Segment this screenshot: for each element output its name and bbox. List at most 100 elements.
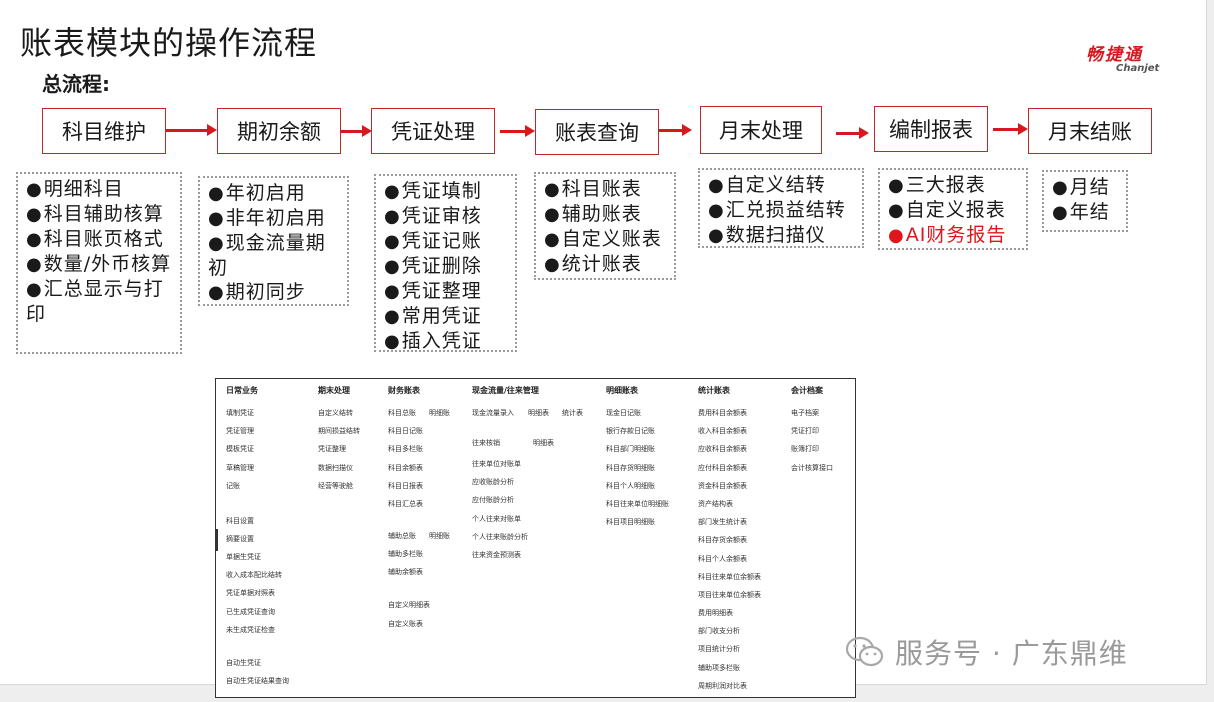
panel-tab-mark <box>216 529 218 551</box>
menu-item[interactable]: 经营等驶舱 <box>318 481 353 491</box>
menu-item[interactable]: 收入科目余额表 <box>698 426 747 436</box>
menu-item[interactable]: 记账 <box>226 481 240 491</box>
menu-item[interactable]: 往来单位对账单 <box>472 459 521 469</box>
menu-item[interactable]: 明细表 <box>533 438 554 448</box>
menu-item[interactable]: 明细表 <box>528 408 549 418</box>
menu-item[interactable]: 电子档案 <box>791 408 819 418</box>
menu-item[interactable]: 费用明细表 <box>698 608 733 618</box>
menu-item[interactable]: 账簿打印 <box>791 444 819 454</box>
menu-item[interactable]: 费用科目余额表 <box>698 408 747 418</box>
menu-item[interactable]: 个人往来对账单 <box>472 514 521 524</box>
menu-item[interactable]: 辅助多栏账 <box>388 549 423 559</box>
menu-item[interactable]: 科目存货余额表 <box>698 535 747 545</box>
menu-item[interactable]: 银行存款日记账 <box>606 426 655 436</box>
menu-item[interactable]: 科目汇总表 <box>388 499 423 509</box>
menu-item[interactable]: 辅助总账 <box>388 531 416 541</box>
menu-item[interactable]: 摘要设置 <box>226 534 254 544</box>
arrow-icon <box>659 124 692 136</box>
menu-item[interactable]: 自定义结转 <box>318 408 353 418</box>
menu-item[interactable]: 已生成凭证查询 <box>226 607 275 617</box>
menu-item[interactable]: 凭证单据对照表 <box>226 588 275 598</box>
menu-item[interactable]: 个人往来账龄分析 <box>472 532 528 542</box>
menu-item[interactable]: 科目往来单位余额表 <box>698 572 761 582</box>
menu-item[interactable]: 现金流量录入 <box>472 408 514 418</box>
detail-box-baobiao: ●三大报表 ●自定义报表 ●AI财务报告 <box>878 168 1028 250</box>
menu-item[interactable]: 部门发生统计表 <box>698 517 747 527</box>
menu-item[interactable]: 应收账龄分析 <box>472 477 514 487</box>
detail-box-zhangbiao: ●科目账表 ●辅助账表 ●自定义账表 ●统计账表 <box>534 172 676 280</box>
menu-column-header: 统计账表 <box>698 386 730 395</box>
arrow-icon <box>341 125 372 137</box>
menu-item[interactable]: 科目总账 <box>388 408 416 418</box>
menu-column-header: 财务账表 <box>388 386 420 395</box>
menu-item[interactable]: 凭证管理 <box>226 426 254 436</box>
menu-item[interactable]: 科目余额表 <box>388 463 423 473</box>
menu-item[interactable]: 科目日记账 <box>388 426 423 436</box>
detail-box-yuemo: ●自定义结转 ●汇兑损益结转 ●数据扫描仪 <box>698 168 864 248</box>
menu-item[interactable]: 往来核销 <box>472 438 500 448</box>
menu-item[interactable]: 往来资金预测表 <box>472 550 521 560</box>
step-qichu-yue: 期初余额 <box>217 108 341 154</box>
menu-item[interactable]: 收入成本配比结转 <box>226 570 282 580</box>
menu-item[interactable]: 科目项目明细账 <box>606 517 655 527</box>
list-item: ●汇总显示与打印 <box>26 278 164 325</box>
menu-item[interactable]: 自定义账表 <box>388 619 423 629</box>
menu-item[interactable]: 会计核算接口 <box>791 463 833 473</box>
step-kemu-weihu: 科目维护 <box>42 108 166 154</box>
menu-item[interactable]: 项目往来单位余额表 <box>698 590 761 600</box>
logo-text-cn: 畅捷通 <box>1086 45 1143 65</box>
menu-item[interactable]: 科目设置 <box>226 516 254 526</box>
list-item: ●辅助账表 <box>544 203 642 225</box>
arrow-icon <box>166 124 217 136</box>
menu-item[interactable]: 草稿管理 <box>226 463 254 473</box>
menu-item[interactable]: 应付账龄分析 <box>472 495 514 505</box>
step-yuemo-chuli: 月末处理 <box>700 106 822 154</box>
menu-item[interactable]: 自动生凭证结果查询 <box>226 676 289 686</box>
menu-item[interactable]: 现金日记账 <box>606 408 641 418</box>
menu-item[interactable]: 明细账 <box>429 408 450 418</box>
menu-item[interactable]: 统计表 <box>562 408 583 418</box>
menu-item[interactable]: 辅助项多栏账 <box>698 663 740 673</box>
menu-item[interactable]: 填制凭证 <box>226 408 254 418</box>
menu-item[interactable]: 期间损益结转 <box>318 426 360 436</box>
menu-item[interactable]: 应付科目余额表 <box>698 463 747 473</box>
menu-item[interactable]: 科目日报表 <box>388 481 423 491</box>
menu-item[interactable]: 未生成凭证检查 <box>226 625 275 635</box>
menu-item[interactable]: 模板凭证 <box>226 444 254 454</box>
menu-item[interactable]: 部门收支分析 <box>698 626 740 636</box>
menu-item[interactable]: 科目部门明细账 <box>606 444 655 454</box>
watermark: 服务号 · 广东鼎维 <box>845 632 1128 672</box>
menu-item[interactable]: 科目多栏账 <box>388 444 423 454</box>
list-item: ●年初启用 <box>208 182 306 204</box>
menu-item[interactable]: 科目个人余额表 <box>698 554 747 564</box>
menu-item[interactable]: 明细账 <box>429 531 450 541</box>
list-item: ●汇兑损益结转 <box>708 199 846 221</box>
list-item: ●现金流量期初 <box>208 232 326 279</box>
chanjet-logo: 畅捷通 Chanjet <box>1086 40 1176 74</box>
list-item: ●凭证记账 <box>384 230 482 252</box>
menu-item[interactable]: 科目存货明细账 <box>606 463 655 473</box>
list-item: ●自定义结转 <box>708 174 826 196</box>
menu-item[interactable]: 辅助余额表 <box>388 567 423 577</box>
menu-item[interactable]: 资产结构表 <box>698 499 733 509</box>
list-item: ●插入凭证 <box>384 330 482 352</box>
menu-item[interactable]: 资金科目余额表 <box>698 481 747 491</box>
list-item: ●凭证整理 <box>384 280 482 302</box>
wechat-icon <box>845 635 885 669</box>
list-item: ●凭证删除 <box>384 255 482 277</box>
list-item: ●非年初启用 <box>208 207 326 229</box>
menu-item[interactable]: 应收科目余额表 <box>698 444 747 454</box>
menu-column-header: 明细账表 <box>606 386 638 395</box>
menu-item[interactable]: 科目往来单位明细账 <box>606 499 669 509</box>
menu-item[interactable]: 单据生凭证 <box>226 552 261 562</box>
watermark-text: 服务号 · 广东鼎维 <box>895 637 1128 670</box>
menu-item[interactable]: 凭证打印 <box>791 426 819 436</box>
menu-item[interactable]: 周期利润对比表 <box>698 681 747 691</box>
menu-item[interactable]: 自定义明细表 <box>388 600 430 610</box>
menu-item[interactable]: 项目统计分析 <box>698 644 740 654</box>
list-item: ●期初同步 <box>208 281 306 303</box>
menu-item[interactable]: 凭证整理 <box>318 444 346 454</box>
menu-item[interactable]: 自动生凭证 <box>226 658 261 668</box>
menu-item[interactable]: 科目个人明细账 <box>606 481 655 491</box>
menu-item[interactable]: 数据扫描仪 <box>318 463 353 473</box>
